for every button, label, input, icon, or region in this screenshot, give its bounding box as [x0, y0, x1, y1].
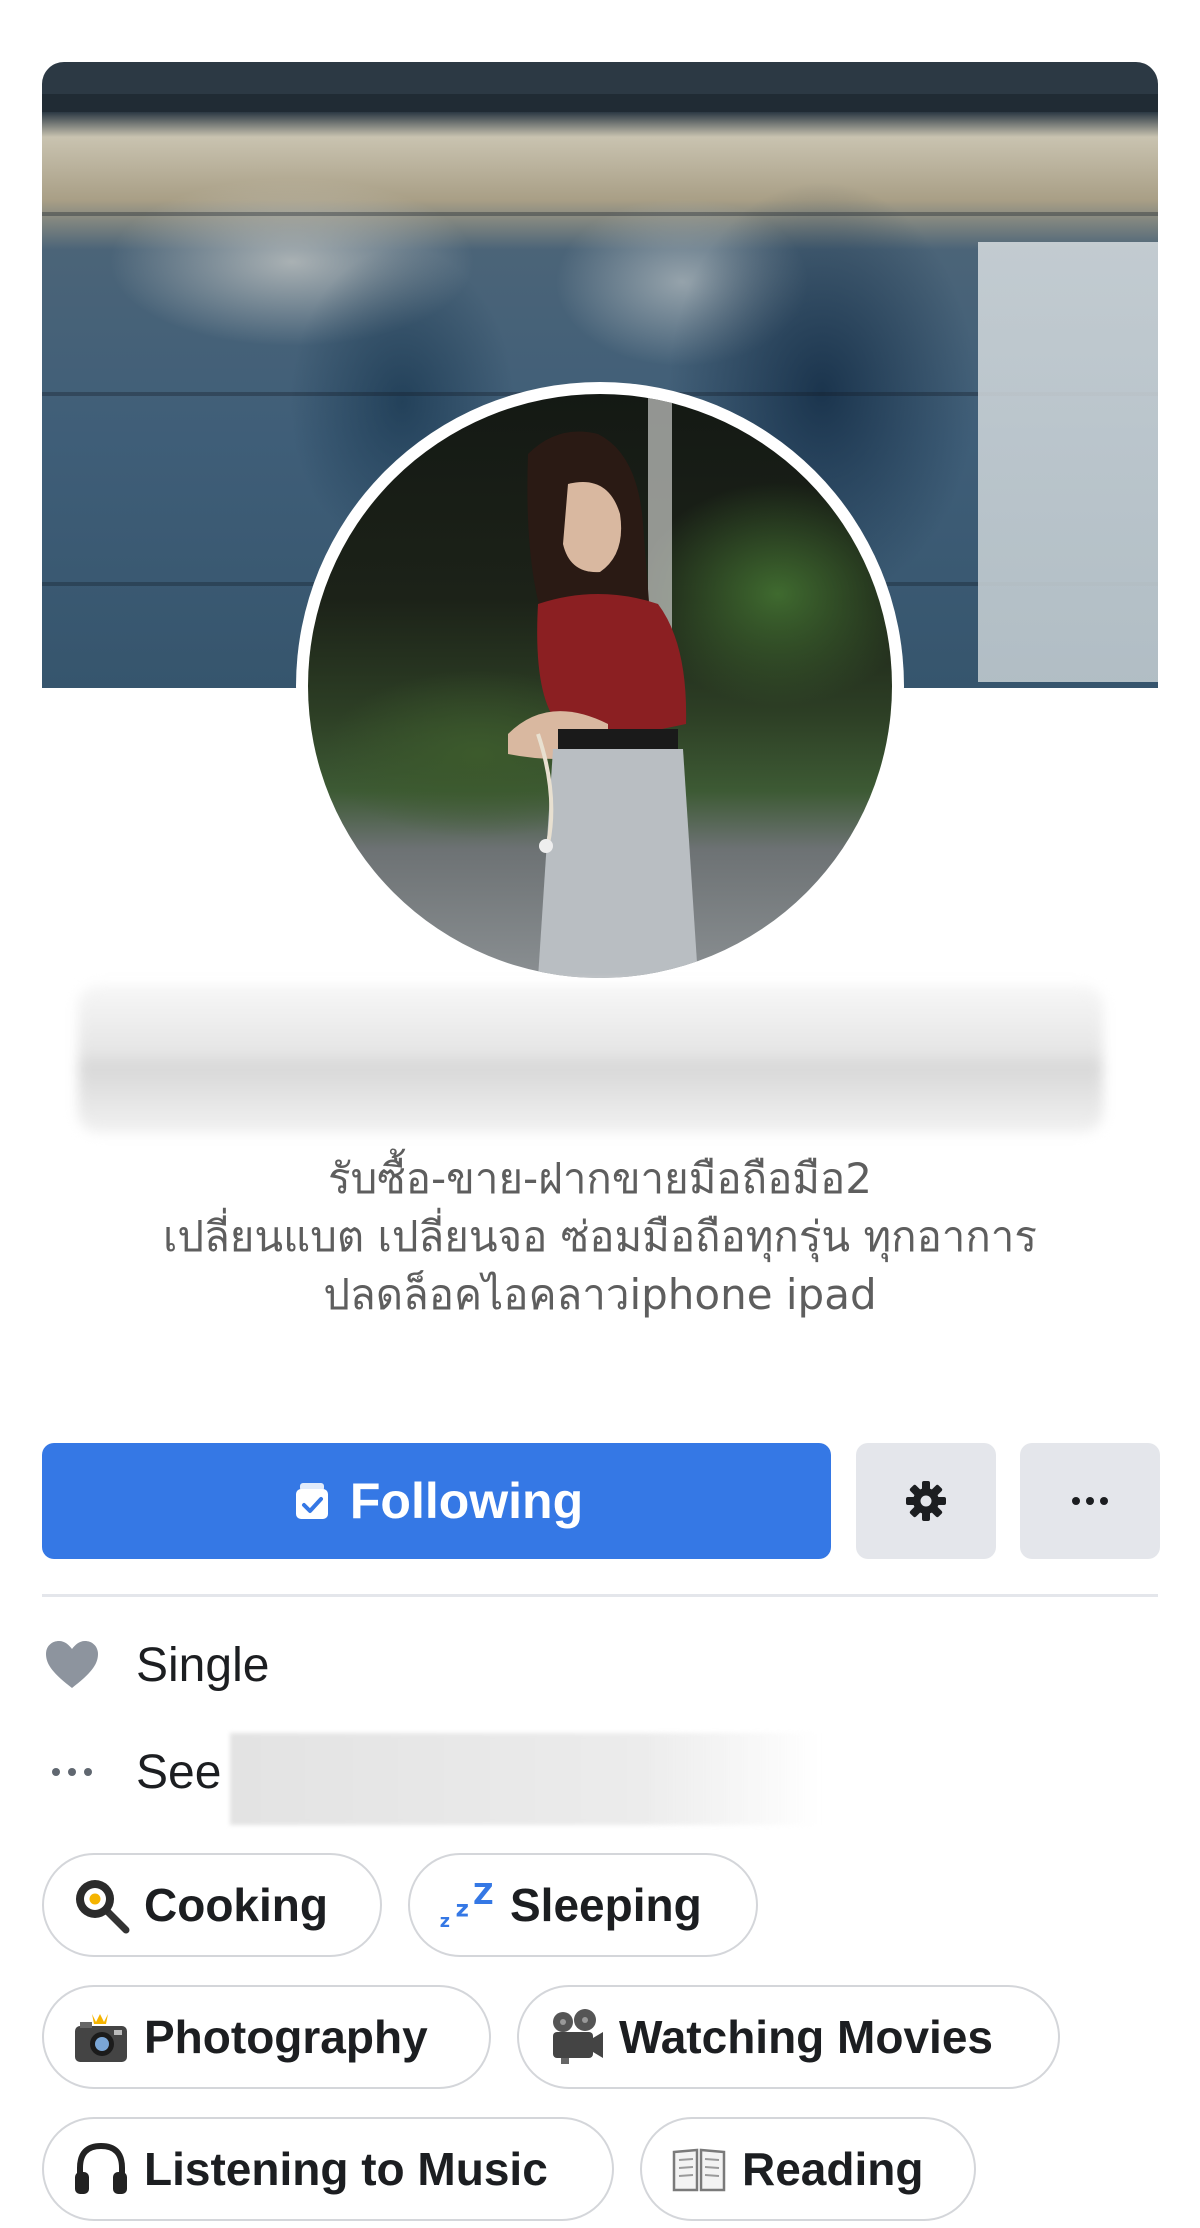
- following-button[interactable]: Following: [42, 1443, 831, 1559]
- gear-icon: [906, 1481, 946, 1521]
- bio-line: รับซื้อ-ขาย-ฝากขายมือถือมือ2: [328, 1154, 872, 1203]
- interest-chip-reading[interactable]: Reading: [640, 2117, 976, 2221]
- cover-photo-detail: [42, 212, 1158, 216]
- profile-picture[interactable]: [296, 382, 904, 990]
- redacted-text: [230, 1733, 820, 1825]
- divider: [42, 1594, 1158, 1597]
- interest-chip-sleeping[interactable]: z z Z Sleeping: [408, 1853, 758, 1957]
- bio-line: เปลี่ยนแบต เปลี่ยนจอ ซ่อมมือถือทุกรุ่น ท…: [163, 1212, 1037, 1261]
- interest-label: Cooking: [144, 1879, 328, 1931]
- interest-chip-listening-to-music[interactable]: Listening to Music: [42, 2117, 614, 2221]
- relationship-status-row: Single: [42, 1630, 269, 1700]
- interest-chip-photography[interactable]: Photography: [42, 1985, 491, 2089]
- interest-label: Watching Movies: [619, 2011, 993, 2063]
- heart-icon: [42, 1635, 102, 1695]
- svg-text:z: z: [440, 1912, 450, 1932]
- interest-chip-watching-movies[interactable]: Watching Movies: [517, 1985, 1060, 2089]
- profile-photo: [308, 394, 892, 978]
- settings-button[interactable]: [856, 1443, 996, 1559]
- profile-photo-art: [508, 394, 698, 978]
- cover-photo-detail: [42, 94, 1158, 112]
- cooking-icon: [72, 1876, 130, 1934]
- more-options-button[interactable]: [1020, 1443, 1160, 1559]
- svg-text:Z: Z: [473, 1878, 493, 1911]
- svg-text:z: z: [456, 1896, 469, 1922]
- sleeping-icon: z z Z: [438, 1876, 496, 1934]
- relationship-label: Single: [136, 1638, 270, 1692]
- interest-label: Sleeping: [510, 1879, 702, 1931]
- more-dots-icon: [1072, 1497, 1108, 1505]
- interest-label: Photography: [144, 2011, 428, 2063]
- more-dots-icon: [42, 1742, 102, 1802]
- see-more-label: See: [136, 1745, 222, 1799]
- interest-chip-cooking[interactable]: Cooking: [42, 1853, 382, 1957]
- bio-line: ปลดล็อคไอคลาวiphone ipad: [323, 1270, 877, 1319]
- following-label: Following: [349, 1473, 584, 1529]
- profile-name-redacted: [78, 985, 1103, 1133]
- camera-icon: [72, 2008, 130, 2066]
- book-icon: [670, 2140, 728, 2198]
- headphones-icon: [72, 2140, 130, 2198]
- interest-label: Listening to Music: [144, 2143, 548, 2195]
- profile-bio: รับซื้อ-ขาย-ฝากขายมือถือมือ2 เปลี่ยนแบต …: [30, 1150, 1170, 1324]
- see-more-row[interactable]: See: [42, 1737, 221, 1807]
- following-icon: [295, 1483, 328, 1519]
- movie-camera-icon: [547, 2008, 605, 2066]
- cover-photo-detail: [978, 242, 1158, 682]
- interest-label: Reading: [742, 2143, 924, 2195]
